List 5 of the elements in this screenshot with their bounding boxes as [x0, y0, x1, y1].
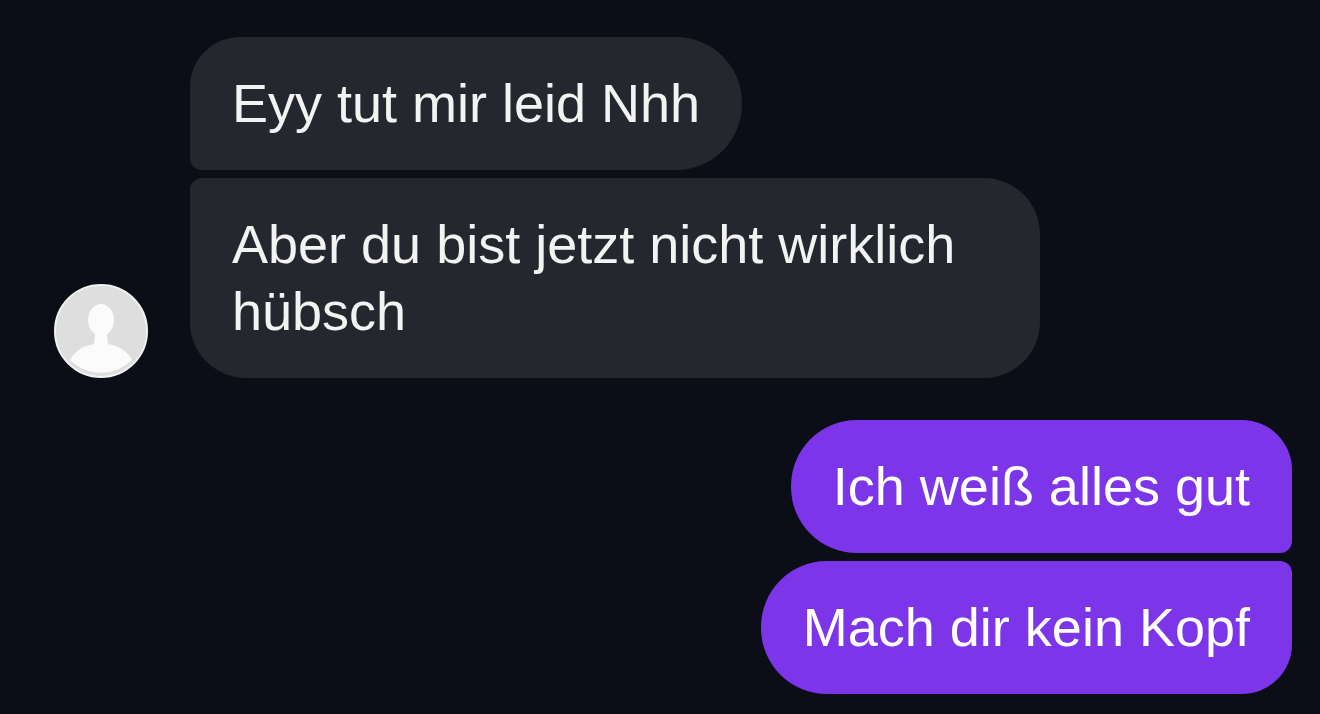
message-bubble: Aber du bist jetzt nicht wirklich hübsch	[190, 178, 1040, 378]
message-bubble: Mach dir kein Kopf	[760, 561, 1292, 694]
message-bubble: Eyy tut mir leid Nhh	[190, 37, 743, 170]
avatar-icon	[54, 284, 148, 378]
message-bubble: Ich weiß alles gut	[790, 420, 1292, 553]
